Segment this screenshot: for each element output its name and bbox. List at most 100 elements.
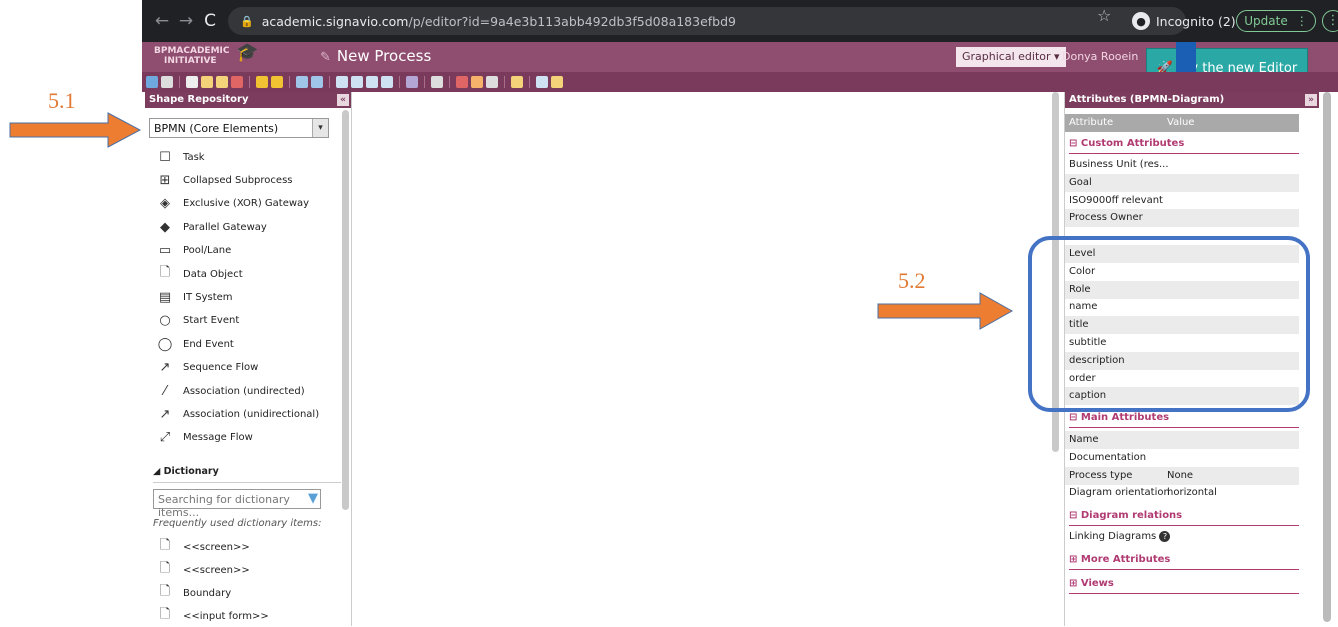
shape-item[interactable]: ▤ IT System	[157, 287, 233, 307]
update-button[interactable]: Update ⋮	[1236, 10, 1316, 32]
dictionary-search-input[interactable]: Searching for dictionary items... ▼	[153, 489, 321, 519]
attribute-row[interactable]: Documentation	[1065, 449, 1299, 467]
sequence-flow-icon: ↗	[159, 360, 171, 376]
shape-item[interactable]: ⊞ Collapsed Subprocess	[157, 170, 293, 190]
filter-icon[interactable]: ▼	[308, 491, 318, 506]
help-icon[interactable]: ?	[1159, 531, 1171, 542]
attribute-row[interactable]: Name	[1065, 431, 1299, 449]
dictionary-label: Dictionary	[163, 466, 219, 477]
shape-item[interactable]: ▭ Pool/Lane	[157, 241, 231, 261]
delete-icon[interactable]	[231, 76, 243, 88]
update-label: Update	[1244, 14, 1288, 28]
collapse-left-icon[interactable]: «	[337, 94, 349, 106]
align-icon[interactable]	[296, 76, 308, 88]
paste-icon[interactable]	[216, 76, 228, 88]
views-section[interactable]: ⊞ Views	[1069, 578, 1299, 594]
attribute-name: Goal	[1069, 176, 1092, 188]
dictionary-item-label: <<input form>>	[183, 610, 269, 622]
custom-attributes-section[interactable]: ⊟ Custom Attributes	[1069, 138, 1299, 154]
browser-toolbar: ← → C 🔒 academic.signavio.com/p/editor?i…	[142, 0, 1338, 42]
shape-item[interactable]: ◆ Parallel Gateway	[157, 217, 267, 237]
undo-icon[interactable]	[256, 76, 268, 88]
address-bar[interactable]: 🔒 academic.signavio.com/p/editor?id=9a4e…	[228, 7, 1186, 35]
more-attributes-section[interactable]: ⊞ More Attributes	[1069, 554, 1299, 570]
chevron-down-icon: ▾	[312, 119, 328, 137]
editor-mode-label: Graphical editor	[962, 50, 1051, 63]
bookmark-star-icon[interactable]: ☆	[1097, 6, 1111, 25]
cut-icon[interactable]	[186, 76, 198, 88]
logo-bottom-text: INITIATIVE	[164, 56, 217, 66]
shape-item[interactable]: ☐ Task	[157, 147, 204, 167]
forward-icon[interactable]: →	[174, 11, 198, 31]
color-icon[interactable]	[471, 76, 483, 88]
menu-icon[interactable]: ⋮	[1322, 10, 1338, 32]
arrange-icon[interactable]	[311, 76, 323, 88]
attribute-row[interactable]: Diagram orientation horizontal	[1065, 484, 1299, 502]
attribute-row[interactable]: Process type None	[1065, 466, 1299, 485]
incognito-indicator[interactable]: ● Incognito (2)	[1132, 12, 1236, 30]
attribute-row[interactable]: Business Unit (res...	[1065, 156, 1299, 174]
pool-icon: ▭	[158, 243, 172, 259]
user-name[interactable]: Donya Rooein	[1062, 50, 1138, 63]
save-icon[interactable]	[146, 76, 158, 88]
incognito-icon: ●	[1132, 12, 1150, 30]
editor-mode-dropdown[interactable]: Graphical editor ▾	[956, 47, 1066, 67]
shape-item[interactable]: ○ Start Event	[157, 311, 239, 331]
collapse-right-icon[interactable]: »	[1305, 94, 1317, 106]
document-icon: 🗋	[159, 607, 171, 622]
dictionary-item[interactable]: 🗋 <<screen>>	[157, 537, 250, 557]
mail-icon[interactable]	[536, 76, 548, 88]
main-attributes-label: Main Attributes	[1080, 412, 1170, 423]
zoom-reset-icon[interactable]	[381, 76, 393, 88]
shape-item[interactable]: ↗ Sequence Flow	[157, 358, 259, 378]
stencil-select[interactable]: BPMN (Core Elements) ▾	[149, 118, 329, 138]
left-scrollbar[interactable]	[342, 110, 349, 510]
shape-label: End Event	[183, 338, 234, 350]
attribute-name: ISO9000ff relevant	[1069, 194, 1163, 206]
linking-diagrams-label: Linking Diagrams	[1069, 531, 1157, 542]
shape-label: Parallel Gateway	[183, 221, 267, 233]
attribute-name: Process Owner	[1069, 212, 1143, 224]
right-scrollbar[interactable]	[1323, 92, 1331, 622]
association-uni-icon: ↗	[159, 406, 171, 422]
diagram-canvas[interactable]	[353, 92, 1053, 626]
shape-item[interactable]: ⤢ Message Flow	[157, 428, 253, 448]
comment-icon[interactable]	[456, 76, 468, 88]
more-attributes-label: More Attributes	[1080, 554, 1171, 565]
print-icon[interactable]	[161, 76, 173, 88]
reload-icon[interactable]: C	[198, 11, 222, 31]
zoom-in-icon[interactable]	[336, 76, 348, 88]
linking-diagrams-row[interactable]: Linking Diagrams ?	[1065, 528, 1299, 546]
logo-top-text: BPMACADEMIC	[154, 46, 230, 56]
export-icon[interactable]	[511, 76, 523, 88]
dictionary-header[interactable]: ◢ Dictionary	[153, 466, 219, 477]
attribute-row[interactable]: ISO9000ff relevant	[1065, 192, 1299, 210]
main-attributes-section[interactable]: ⊟ Main Attributes	[1069, 412, 1299, 428]
redo-icon[interactable]	[271, 76, 283, 88]
col-value: Value	[1167, 117, 1195, 128]
dictionary-item[interactable]: 🗋 Boundary	[157, 583, 231, 603]
attribute-name: Process type	[1069, 469, 1133, 481]
text-format-icon[interactable]	[431, 76, 443, 88]
zoom-out-icon[interactable]	[351, 76, 363, 88]
shape-item[interactable]: ↗ Association (unidirectional)	[157, 404, 320, 424]
zoom-fit-icon[interactable]	[366, 76, 378, 88]
diagram-relations-section[interactable]: ⊟ Diagram relations	[1069, 510, 1299, 526]
process-title[interactable]: New Process	[337, 47, 431, 65]
annotation-arrow-5-1	[9, 112, 142, 148]
dictionary-item[interactable]: 🗋 <<screen>>	[157, 560, 250, 580]
dictionary-item[interactable]: 🗋 <<input form>>	[157, 606, 269, 626]
attribute-row[interactable]: Process Owner	[1065, 209, 1299, 228]
shape-item[interactable]: ◯ End Event	[157, 334, 234, 354]
shape-item[interactable]: ◈ Exclusive (XOR) Gateway	[157, 194, 309, 214]
xor-gateway-icon: ◈	[160, 196, 170, 212]
shape-item[interactable]: 🗋 Data Object	[157, 264, 243, 284]
attachment-icon[interactable]	[486, 76, 498, 88]
shape-item[interactable]: ⁄ Association (undirected)	[157, 381, 305, 401]
shape-label: Message Flow	[183, 432, 253, 444]
book-icon[interactable]	[551, 76, 563, 88]
back-icon[interactable]: ←	[150, 11, 174, 31]
copy-icon[interactable]	[201, 76, 213, 88]
validate-icon[interactable]	[406, 76, 418, 88]
attribute-row[interactable]: Goal	[1065, 173, 1299, 192]
